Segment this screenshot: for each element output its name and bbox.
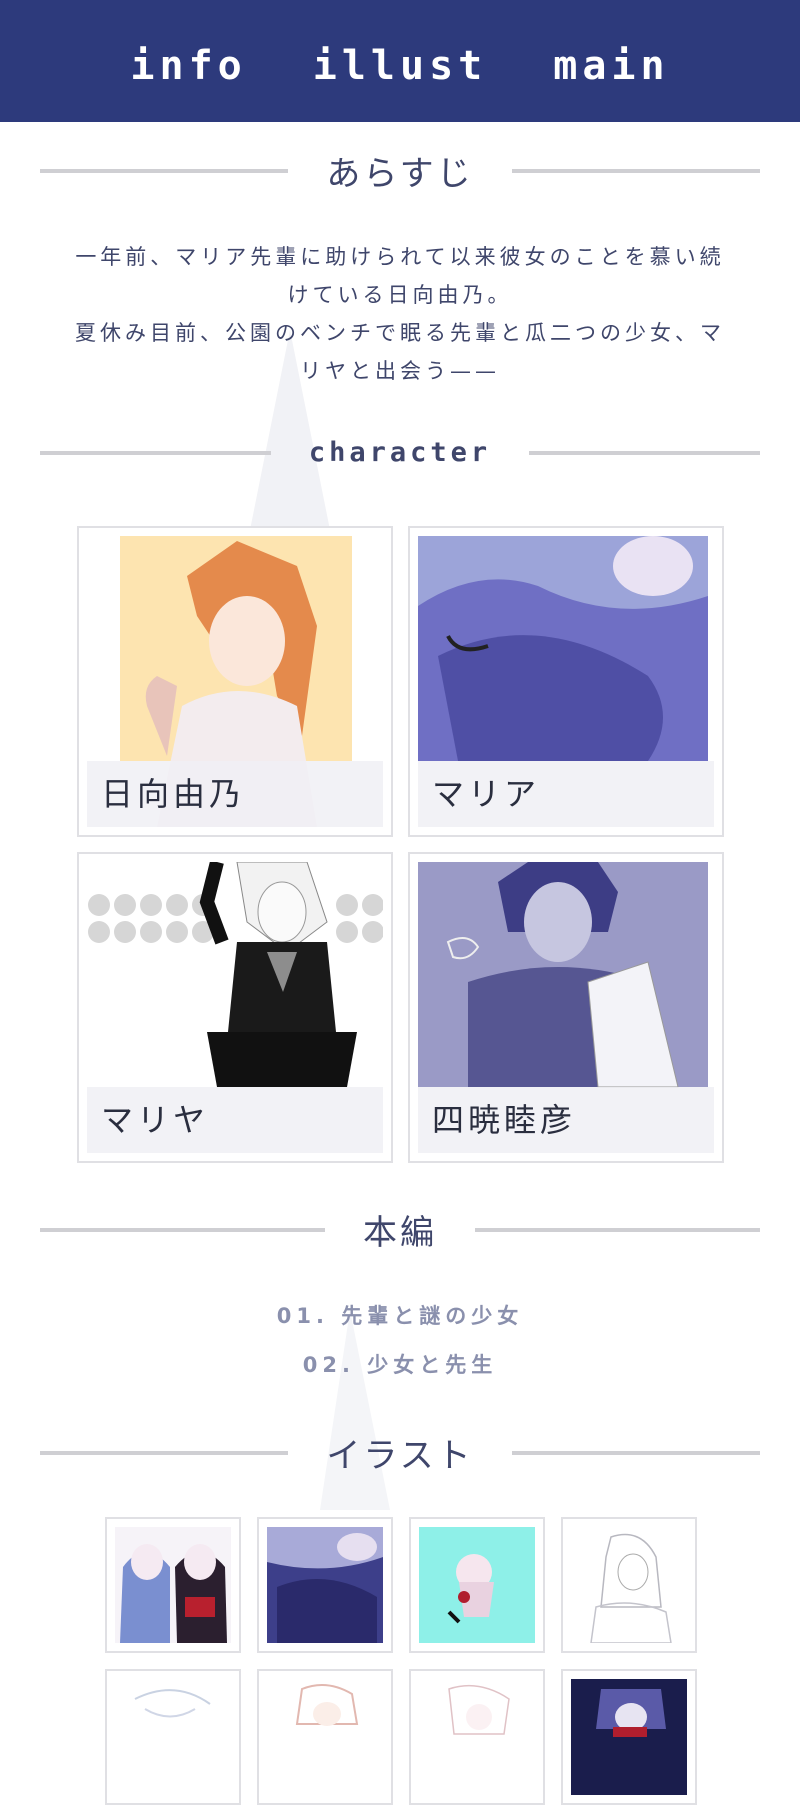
illust-thumbnail[interactable]: [105, 1669, 241, 1805]
character-name: 日向由乃: [87, 761, 383, 827]
illust-thumbnail[interactable]: [105, 1517, 241, 1653]
illust-thumbnail[interactable]: [257, 1669, 393, 1805]
illust-heading: イラスト: [40, 1428, 761, 1477]
chapter-link-01[interactable]: 01. 先輩と謎の少女: [0, 1300, 800, 1330]
synopsis-title: あらすじ: [326, 154, 474, 194]
illust-image: [419, 1527, 535, 1643]
synopsis-text: 一年前、マリア先輩に助けられて以来彼女のことを慕い続 けている日向由乃。 夏休み…: [60, 238, 740, 390]
nav-info-link[interactable]: info: [130, 33, 246, 89]
character-card-yuno[interactable]: 日向由乃: [77, 526, 393, 837]
character-title: character: [308, 437, 492, 468]
heading-divider: [40, 1450, 289, 1455]
synopsis-line: 一年前、マリア先輩に助けられて以来彼女のことを慕い続: [75, 245, 725, 269]
character-card-mariya[interactable]: マリヤ: [77, 852, 393, 1163]
chapter-link-02[interactable]: 02. 少女と先生: [0, 1349, 800, 1379]
character-card-mutsuhiko[interactable]: 四暁睦彦: [408, 852, 724, 1163]
heading-divider: [40, 1227, 325, 1232]
illust-image: [267, 1679, 383, 1795]
character-heading: character: [40, 437, 760, 468]
illust-image: [571, 1527, 687, 1643]
illust-image: [571, 1679, 687, 1795]
nav-main-link[interactable]: main: [553, 33, 669, 89]
illust-thumbnail[interactable]: [409, 1669, 545, 1805]
top-nav: info illust main: [0, 0, 800, 122]
synopsis-heading: あらすじ: [40, 146, 761, 195]
illust-thumbnail[interactable]: [561, 1517, 697, 1653]
main-heading: 本編: [40, 1205, 760, 1254]
illust-image: [419, 1679, 535, 1795]
illust-image: [115, 1679, 231, 1795]
character-card-maria[interactable]: マリア: [408, 526, 724, 837]
illust-thumbnail[interactable]: [561, 1669, 697, 1805]
heading-divider: [475, 1227, 760, 1232]
main-title: 本編: [363, 1213, 437, 1253]
synopsis-line: 夏休み目前、公園のベンチで眠る先輩と瓜二つの少女、マ: [75, 321, 725, 345]
heading-divider: [40, 168, 289, 173]
nav-illust-link[interactable]: illust: [313, 33, 488, 89]
heading-divider: [511, 168, 761, 173]
illust-title: イラスト: [326, 1436, 474, 1476]
illust-image: [267, 1527, 383, 1643]
character-name: 四暁睦彦: [418, 1087, 714, 1153]
illust-thumbnail[interactable]: [409, 1517, 545, 1653]
character-name: マリヤ: [87, 1087, 383, 1153]
character-name: マリア: [418, 761, 714, 827]
synopsis-line: リヤと出会う——: [300, 359, 500, 383]
heading-divider: [40, 450, 271, 455]
illust-image: [115, 1527, 231, 1643]
heading-divider: [511, 1450, 761, 1455]
synopsis-line: けている日向由乃。: [287, 283, 513, 307]
heading-divider: [529, 450, 760, 455]
illust-thumbnail[interactable]: [257, 1517, 393, 1653]
